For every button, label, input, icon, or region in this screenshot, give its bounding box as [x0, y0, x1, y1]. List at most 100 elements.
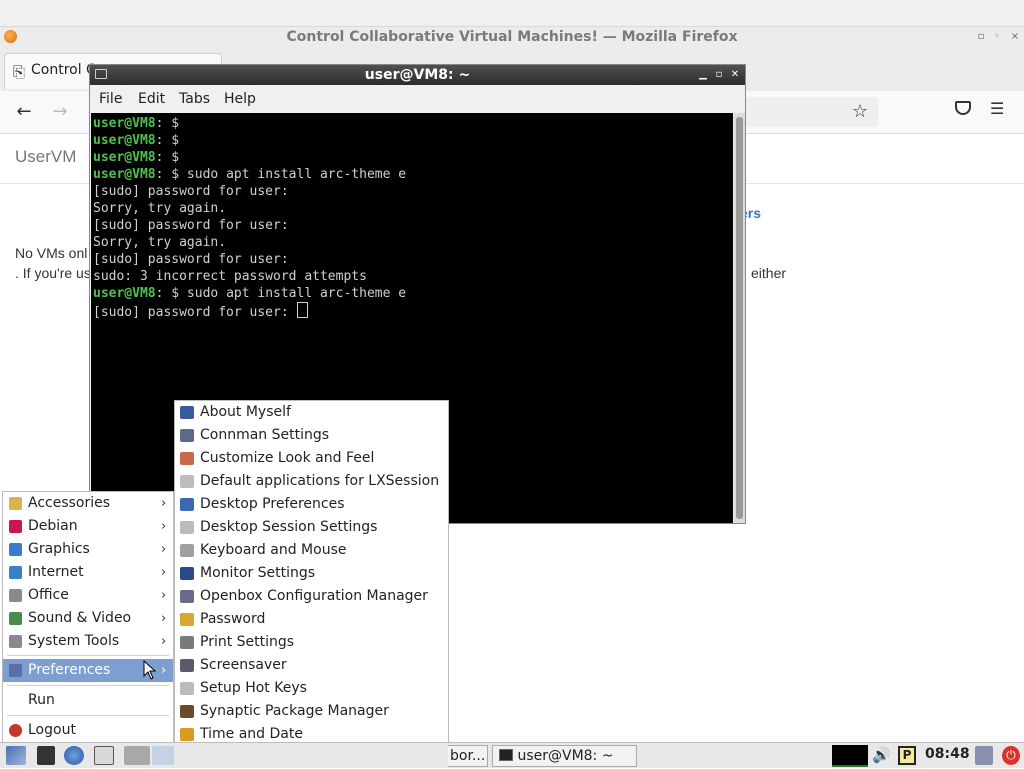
- indicator-p-icon[interactable]: P: [898, 746, 916, 765]
- taskbar-task-label: user@VM8: ~: [517, 748, 614, 764]
- preferences-item-label: Default applications for LXSession: [200, 473, 440, 489]
- start-menu-item-graphics[interactable]: Graphics ›: [3, 538, 173, 561]
- terminal-line: user@VM8: $ sudo apt install arc-theme e: [93, 285, 406, 302]
- terminal-titlebar[interactable]: user@VM8: ~ ▁ ▫ ✕: [90, 65, 745, 85]
- pocket-icon[interactable]: [955, 101, 971, 115]
- lxsession-icon: [180, 475, 194, 488]
- hamburger-menu-icon[interactable]: ☰: [990, 100, 1008, 118]
- menu-edit[interactable]: Edit: [138, 91, 165, 107]
- start-menu-item-sound-video[interactable]: Sound & Video ›: [3, 607, 173, 630]
- terminal-text: : $: [155, 150, 180, 165]
- start-menu-item-debian[interactable]: Debian ›: [3, 515, 173, 538]
- terminal-text: [sudo] password for user:: [93, 305, 297, 320]
- desktop-switcher-icon[interactable]: [94, 746, 114, 765]
- terminal-maximize-button[interactable]: ▫: [712, 67, 726, 83]
- page-brand[interactable]: UserVM: [15, 147, 76, 167]
- start-menu-item-logout[interactable]: Logout: [3, 719, 173, 742]
- start-menu-item-internet[interactable]: Internet ›: [3, 561, 173, 584]
- preferences-item-print-settings[interactable]: Print Settings: [175, 631, 448, 654]
- debian-icon: [9, 520, 22, 533]
- taskbar-task-terminal[interactable]: user@VM8: ~: [492, 745, 637, 767]
- menu-separator: [7, 685, 169, 686]
- terminal-line: [sudo] password for user:: [93, 183, 289, 200]
- preferences-item-label: Password: [200, 611, 266, 627]
- power-icon[interactable]: ⏻: [1002, 746, 1020, 765]
- taskbar: bor... user@VM8: ~ 🔊 P 08:48 ⏻: [0, 742, 1024, 768]
- preferences-item-synaptic-package-manager[interactable]: Synaptic Package Manager: [175, 700, 448, 723]
- sound-video-icon: [9, 612, 22, 625]
- terminal-line: user@VM8: $: [93, 149, 179, 166]
- menu-tabs[interactable]: Tabs: [179, 91, 210, 107]
- preferences-submenu: About Myself Connman Settings Customize Lo…: [174, 400, 449, 768]
- submenu-arrow-icon: ›: [161, 588, 167, 603]
- preferences-item-password[interactable]: Password: [175, 608, 448, 631]
- start-menu-item-run[interactable]: Run: [3, 689, 173, 712]
- look-feel-icon: [180, 452, 194, 465]
- terminal-line: user@VM8: $: [93, 115, 179, 132]
- terminal-launcher-icon[interactable]: [37, 746, 55, 765]
- start-menu-item-office[interactable]: Office ›: [3, 584, 173, 607]
- graphics-icon: [9, 543, 22, 556]
- menu-file[interactable]: File: [99, 91, 122, 107]
- logout-icon: [9, 724, 22, 737]
- terminal-close-button[interactable]: ✕: [728, 67, 742, 83]
- firefox-titlebar: Control Collaborative Virtual Machines! …: [0, 26, 1024, 48]
- preferences-item-label: Desktop Preferences: [200, 496, 345, 512]
- terminal-minimize-button[interactable]: ▁: [696, 67, 710, 83]
- url-bar[interactable]: ☆: [740, 97, 878, 127]
- lock-screen-icon[interactable]: [975, 746, 993, 765]
- terminal-prompt: user@VM8: [93, 167, 156, 182]
- browser-launcher-icon[interactable]: [64, 746, 84, 765]
- preferences-item-connman-settings[interactable]: Connman Settings: [175, 424, 448, 447]
- terminal-prompt: user@VM8: [93, 150, 156, 165]
- preferences-item-screensaver[interactable]: Screensaver: [175, 654, 448, 677]
- preferences-item-label: Synaptic Package Manager: [200, 703, 389, 719]
- screensaver-icon: [180, 659, 194, 672]
- terminal-text: [sudo] password for user:: [93, 218, 289, 233]
- preferences-item-desktop-preferences[interactable]: Desktop Preferences: [175, 493, 448, 516]
- desktop-preferences-icon: [180, 498, 194, 511]
- firefox-maximize-button[interactable]: ◦: [990, 29, 1004, 45]
- firefox-close-button[interactable]: ×: [1008, 29, 1022, 45]
- preferences-item-setup-hot-keys[interactable]: Setup Hot Keys: [175, 677, 448, 700]
- start-menu-item-label: Run: [28, 692, 55, 708]
- terminal-text: sudo: 3 incorrect password attempts: [93, 269, 367, 284]
- terminal-text: Sorry, try again.: [93, 201, 227, 216]
- submenu-arrow-icon: ›: [161, 611, 167, 626]
- workspace-1-icon[interactable]: [124, 746, 150, 765]
- volume-icon[interactable]: 🔊: [872, 746, 891, 764]
- preferences-item-default-applications-for-lxsession[interactable]: Default applications for LXSession: [175, 470, 448, 493]
- terminal-prompt: user@VM8: [93, 286, 156, 301]
- start-menu-item-system-tools[interactable]: System Tools ›: [3, 630, 173, 653]
- taskbar-task-browser[interactable]: bor...: [448, 745, 488, 767]
- preferences-item-about-myself[interactable]: About Myself: [175, 401, 448, 424]
- back-arrow-icon[interactable]: ←: [13, 101, 35, 123]
- terminal-text: [sudo] password for user:: [93, 184, 289, 199]
- preferences-item-label: About Myself: [200, 404, 291, 420]
- preferences-item-customize-look-and-feel[interactable]: Customize Look and Feel: [175, 447, 448, 470]
- terminal-scrollbar-thumb[interactable]: [736, 117, 743, 519]
- taskbar-clock[interactable]: 08:48: [925, 746, 970, 762]
- preferences-item-monitor-settings[interactable]: Monitor Settings: [175, 562, 448, 585]
- preferences-item-label: Screensaver: [200, 657, 287, 673]
- start-menu-button-icon[interactable]: [6, 746, 26, 765]
- hotkeys-icon: [180, 682, 194, 695]
- start-menu-item-label: Graphics: [28, 541, 90, 557]
- terminal-text: : $ sudo apt install arc-theme e: [155, 167, 407, 182]
- forward-arrow-icon[interactable]: →: [49, 101, 71, 123]
- preferences-item-openbox-configuration-manager[interactable]: Openbox Configuration Manager: [175, 585, 448, 608]
- preferences-item-keyboard-and-mouse[interactable]: Keyboard and Mouse: [175, 539, 448, 562]
- office-icon: [9, 589, 22, 602]
- workspace-2-icon[interactable]: [152, 746, 174, 765]
- preferences-item-label: Monitor Settings: [200, 565, 316, 581]
- help-text-end: either: [751, 265, 787, 281]
- menu-help[interactable]: Help: [224, 91, 256, 107]
- start-menu-item-accessories[interactable]: Accessories ›: [3, 492, 173, 515]
- bookmark-star-icon[interactable]: ☆: [852, 101, 868, 122]
- preferences-item-desktop-session-settings[interactable]: Desktop Session Settings: [175, 516, 448, 539]
- firefox-minimize-button[interactable]: ▫: [974, 29, 988, 45]
- submenu-arrow-icon: ›: [161, 663, 167, 678]
- submenu-arrow-icon: ›: [161, 634, 167, 649]
- tab-favicon-icon: ⎘: [13, 63, 26, 81]
- terminal-scrollbar[interactable]: [734, 113, 745, 523]
